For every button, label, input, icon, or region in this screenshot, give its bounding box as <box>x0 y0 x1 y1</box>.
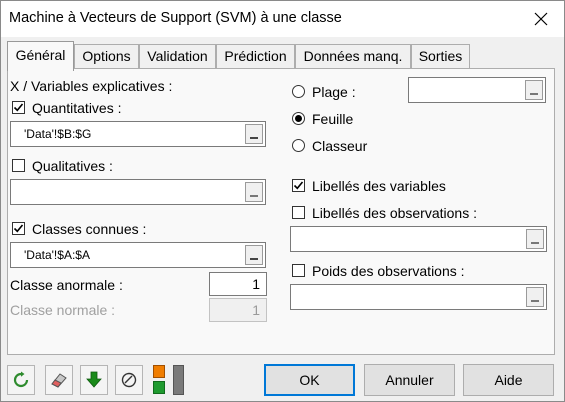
known-classes-range-field[interactable]: 'Data'!$A:$A <box>10 242 266 268</box>
help-button[interactable]: Aide <box>463 364 554 396</box>
tab-validation[interactable]: Validation <box>139 44 216 69</box>
qualitatives-range-field[interactable] <box>10 179 266 205</box>
observation-weights-label: Poids des observations : <box>312 263 465 279</box>
observation-labels-checkbox[interactable] <box>292 206 305 219</box>
qualitatives-label: Qualitatives : <box>32 158 113 174</box>
reset-button[interactable] <box>7 365 35 395</box>
abnormal-class-field[interactable]: 1 <box>209 272 267 296</box>
abnormal-class-label: Classe anormale : <box>10 277 123 293</box>
ok-button[interactable]: OK <box>264 364 355 396</box>
clear-button[interactable] <box>45 365 73 395</box>
plage-label: Plage : <box>312 84 356 100</box>
tab-outputs[interactable]: Sorties <box>411 44 470 69</box>
orange-square-icon <box>153 365 165 378</box>
radio-plage[interactable] <box>292 85 305 98</box>
tab-label: Options <box>82 48 131 64</box>
known-classes-range-value: 'Data'!$A:$A <box>24 248 90 262</box>
close-button[interactable] <box>518 1 564 37</box>
title-bar: Machine à Vecteurs de Support (SVM) à un… <box>1 1 564 37</box>
tab-prediction[interactable]: Prédiction <box>216 44 295 69</box>
range-picker-button[interactable] <box>526 229 544 249</box>
refresh-icon <box>13 371 29 388</box>
eraser-icon <box>51 373 67 388</box>
close-icon <box>534 12 548 26</box>
checkmark-icon <box>293 181 304 190</box>
options-tag-button[interactable] <box>115 365 143 395</box>
plage-range-field[interactable] <box>408 77 546 103</box>
x-variables-label: X / Variables explicatives : <box>10 78 173 94</box>
classeur-label: Classeur <box>312 138 368 154</box>
range-picker-button[interactable] <box>245 182 263 202</box>
dialog-window: Machine à Vecteurs de Support (SVM) à un… <box>0 0 565 402</box>
normal-class-label: Classe normale : <box>10 302 116 318</box>
checkmark-icon <box>13 103 24 112</box>
observation-labels-range-field[interactable] <box>290 226 547 252</box>
radio-classeur[interactable] <box>292 139 305 152</box>
variable-labels-label: Libellés des variables <box>312 178 446 194</box>
observation-weights-range-field[interactable] <box>290 284 547 310</box>
range-picker-button[interactable] <box>525 80 543 100</box>
green-square-icon <box>153 381 165 394</box>
feuille-label: Feuille <box>312 111 354 127</box>
range-picker-button[interactable] <box>526 287 544 307</box>
tab-label: Prédiction <box>224 48 287 64</box>
tab-general[interactable]: Général <box>7 41 74 71</box>
tab-missing-data[interactable]: Données manq. <box>295 44 411 69</box>
radio-selected-dot <box>295 115 302 122</box>
tab-options[interactable]: Options <box>74 44 139 69</box>
down-arrow-icon <box>86 371 102 388</box>
tab-label: Général <box>15 47 66 63</box>
tag-icon <box>121 372 137 388</box>
load-settings-button[interactable] <box>80 365 108 395</box>
qualitatives-checkbox[interactable] <box>12 159 25 172</box>
observation-weights-checkbox[interactable] <box>292 264 305 277</box>
range-picker-button[interactable] <box>245 245 263 265</box>
tab-label: Données manq. <box>303 48 403 64</box>
known-classes-label: Classes connues : <box>32 221 147 237</box>
radio-feuille[interactable] <box>292 112 305 125</box>
range-picker-button[interactable] <box>245 124 263 144</box>
window-title: Machine à Vecteurs de Support (SVM) à un… <box>9 10 342 26</box>
quantitatives-range-field[interactable]: 'Data'!$B:$G <box>10 121 266 147</box>
quantitatives-range-value: 'Data'!$B:$G <box>24 127 92 141</box>
observation-labels-label: Libellés des observations : <box>312 205 477 221</box>
quantitatives-label: Quantitatives : <box>32 100 122 116</box>
gray-bar-icon <box>173 365 184 395</box>
general-panel: X / Variables explicatives : Quantitativ… <box>7 68 555 355</box>
checkmark-icon <box>13 224 24 233</box>
quantitatives-checkbox[interactable] <box>12 101 25 114</box>
known-classes-checkbox[interactable] <box>12 222 25 235</box>
variable-labels-checkbox[interactable] <box>292 179 305 192</box>
normal-class-field: 1 <box>209 298 267 322</box>
tab-label: Validation <box>147 48 208 64</box>
cancel-button[interactable]: Annuler <box>364 364 455 396</box>
tab-label: Sorties <box>418 48 463 64</box>
